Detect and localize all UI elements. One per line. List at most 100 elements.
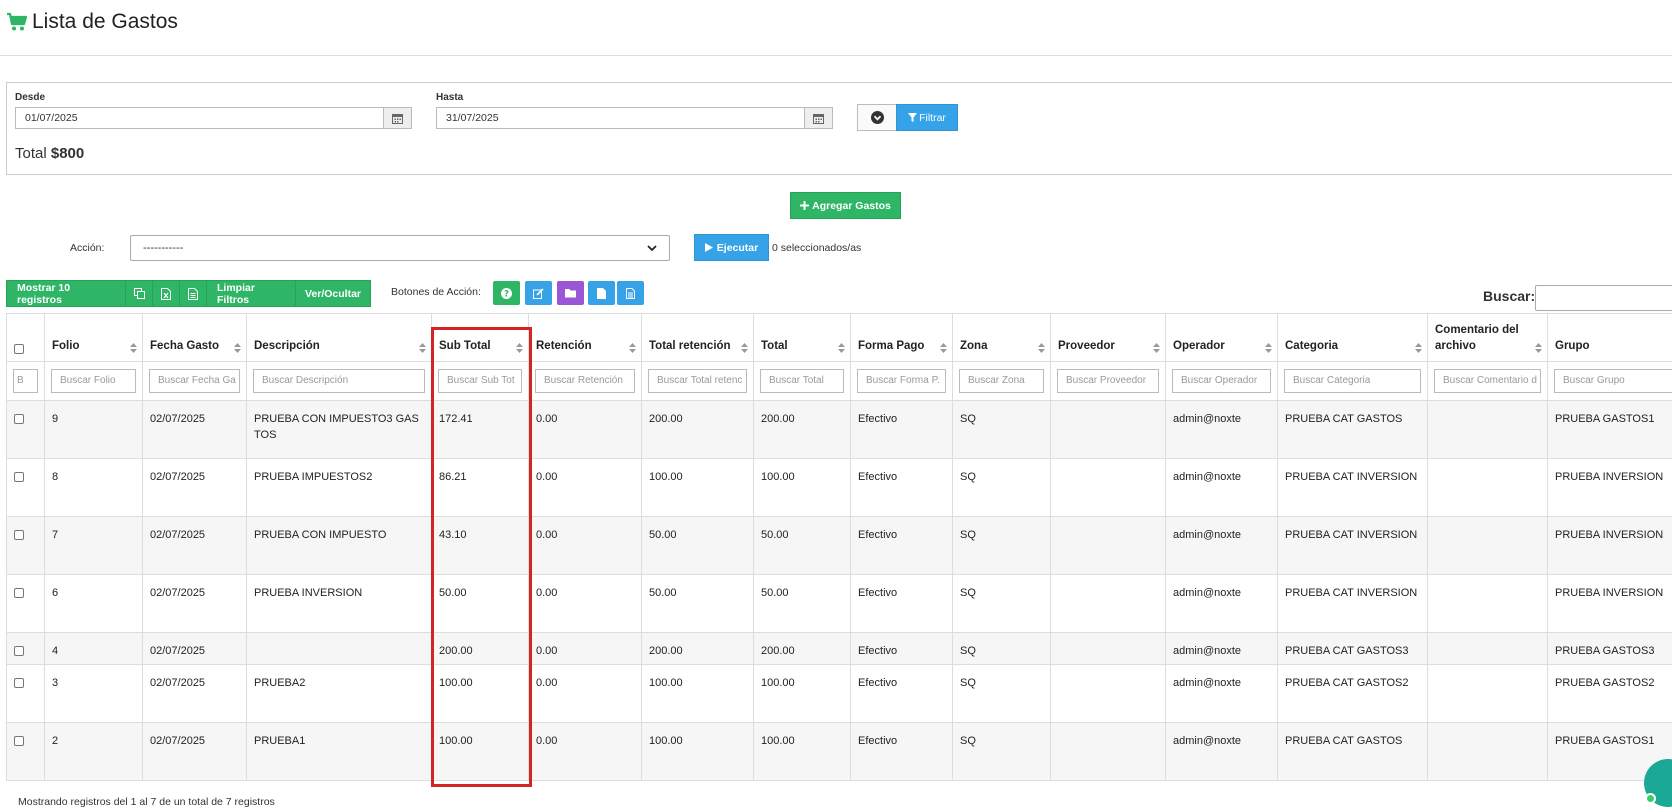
column-search-input[interactable]: Buscar Proveedor [1057, 369, 1159, 393]
chevron-down-icon [870, 111, 884, 124]
table-row[interactable]: 7 02/07/2025 PRUEBA CON IMPUESTO 43.10 0… [6, 516, 1672, 575]
search-cell: Buscar Grupo [1547, 361, 1672, 401]
help-button[interactable]: ? [493, 281, 520, 305]
proveedor-cell [1050, 458, 1166, 517]
column-search-input[interactable]: Buscar Total retenc [648, 369, 747, 393]
table-row[interactable]: 8 02/07/2025 PRUEBA IMPUESTOS2 86.21 0.0… [6, 458, 1672, 517]
select-all-checkbox[interactable] [14, 344, 24, 354]
column-header[interactable]: Descripción [246, 313, 432, 362]
column-search-input[interactable]: Buscar Comentario d [1434, 369, 1541, 393]
filtrar-button[interactable]: Filtrar [896, 104, 958, 131]
column-search-input[interactable]: Buscar Forma P. [857, 369, 946, 393]
operador-cell: admin@noxte [1165, 516, 1278, 575]
column-header[interactable]: Comentario del archivo [1427, 313, 1548, 362]
column-search-input[interactable]: Buscar Folio [51, 369, 136, 393]
folder-button[interactable] [557, 281, 584, 305]
row-checkbox[interactable] [14, 678, 24, 688]
cart-icon [7, 12, 28, 31]
row-select-cell [6, 632, 45, 665]
row-checkbox[interactable] [14, 472, 24, 482]
search-cell: Buscar Sub Tot [431, 361, 529, 401]
csv-button[interactable] [179, 280, 207, 307]
column-header[interactable]: Folio [44, 313, 143, 362]
column-header[interactable]: Fecha Gasto [142, 313, 247, 362]
column-search-input[interactable]: Buscar Descripción [253, 369, 425, 393]
retencion-cell: 0.00 [528, 574, 642, 633]
total-cell: 200.00 [753, 632, 851, 665]
folio-cell: 6 [44, 574, 143, 633]
row-checkbox[interactable] [14, 588, 24, 598]
sort-icon [940, 343, 947, 353]
table-row[interactable]: 3 02/07/2025 PRUEBA2 100.00 0.00 100.00 … [6, 664, 1672, 723]
forma-pago-cell: Efectivo [850, 458, 953, 517]
mostrar-registros-button[interactable]: Mostrar 10 registros [6, 280, 126, 307]
column-search-row: B Buscar Folio Buscar Fecha Ga Buscar De… [6, 361, 1672, 401]
edit-button[interactable] [525, 281, 552, 305]
total-retencion-cell: 100.00 [641, 664, 754, 723]
desde-calendar-button[interactable] [383, 107, 412, 129]
column-search-input[interactable]: Buscar Fecha Ga [149, 369, 240, 393]
total-retencion-cell: 100.00 [641, 722, 754, 781]
ejecutar-button[interactable]: Ejecutar [694, 234, 769, 261]
global-search-input[interactable] [1535, 285, 1672, 311]
column-header[interactable]: Zona [952, 313, 1051, 362]
descripcion-cell [246, 632, 432, 665]
column-header[interactable]: Categoria [1277, 313, 1428, 362]
comentario-cell [1427, 664, 1548, 723]
agregar-gastos-button[interactable]: Agregar Gastos [790, 192, 901, 219]
sort-icon [1535, 343, 1542, 353]
sort-icon [516, 343, 523, 353]
grupo-cell: PRUEBA GASTOS2 [1547, 664, 1672, 723]
expand-filters-button[interactable] [857, 104, 897, 131]
accion-select[interactable]: ----------- [130, 235, 670, 261]
column-search-input[interactable]: Buscar Operador [1172, 369, 1271, 393]
fecha-cell: 02/07/2025 [142, 664, 247, 723]
accion-selected-value: ----------- [143, 242, 184, 254]
column-header[interactable]: Sub Total [431, 313, 529, 362]
table-row[interactable]: 2 02/07/2025 PRUEBA1 100.00 0.00 100.00 … [6, 722, 1672, 781]
hasta-input[interactable]: 31/07/2025 [436, 107, 804, 129]
folder-icon [564, 289, 576, 298]
column-header[interactable]: Operador [1165, 313, 1278, 362]
excel-icon [161, 287, 171, 300]
chevron-down-icon [647, 244, 657, 251]
row-checkbox[interactable] [14, 646, 24, 656]
file-button[interactable] [588, 281, 615, 305]
filtrar-label: Filtrar [919, 111, 946, 124]
column-search-input[interactable]: Buscar Sub Tot [438, 369, 522, 393]
desde-label: Desde [15, 92, 46, 103]
limpiar-filtros-button[interactable]: Limpiar Filtros [206, 280, 296, 307]
column-search-input[interactable]: Buscar Retención [535, 369, 635, 393]
sort-icon [1415, 343, 1422, 353]
column-search-input[interactable]: B [13, 369, 38, 393]
table-row[interactable]: 6 02/07/2025 PRUEBA INVERSION 50.00 0.00… [6, 574, 1672, 633]
column-header[interactable]: Forma Pago [850, 313, 953, 362]
column-header[interactable]: Total retención [641, 313, 754, 362]
column-search-input[interactable]: Buscar Total [760, 369, 844, 393]
ver-ocultar-button[interactable]: Ver/Ocultar [295, 280, 371, 307]
table-header-row: Folio Fecha Gasto Descripción Sub Total … [6, 313, 1672, 362]
buscar-label: Buscar: [1483, 288, 1536, 304]
desde-input[interactable]: 01/07/2025 [15, 107, 383, 129]
table-row[interactable]: 9 02/07/2025 PRUEBA CON IMPUESTO3 GAS TO… [6, 400, 1672, 459]
copy-button[interactable] [125, 280, 153, 307]
column-header[interactable]: Proveedor [1050, 313, 1166, 362]
table-row[interactable]: 4 02/07/2025 200.00 0.00 200.00 200.00 E… [6, 632, 1672, 665]
column-search-input[interactable]: Buscar Categoria [1284, 369, 1421, 393]
column-header[interactable]: Retención [528, 313, 642, 362]
row-checkbox[interactable] [14, 530, 24, 540]
excel-button[interactable] [152, 280, 180, 307]
hasta-calendar-button[interactable] [804, 107, 833, 129]
column-header[interactable]: Grupo [1547, 313, 1672, 362]
select-all-header [6, 313, 45, 362]
row-checkbox[interactable] [14, 414, 24, 424]
search-cell: Buscar Retención [528, 361, 642, 401]
column-header[interactable]: Total [753, 313, 851, 362]
sort-icon [1153, 343, 1160, 353]
row-checkbox[interactable] [14, 736, 24, 746]
folio-cell: 2 [44, 722, 143, 781]
sort-icon [234, 343, 241, 353]
document-button[interactable] [617, 281, 644, 305]
column-search-input[interactable]: Buscar Grupo [1554, 369, 1672, 393]
column-search-input[interactable]: Buscar Zona [959, 369, 1044, 393]
